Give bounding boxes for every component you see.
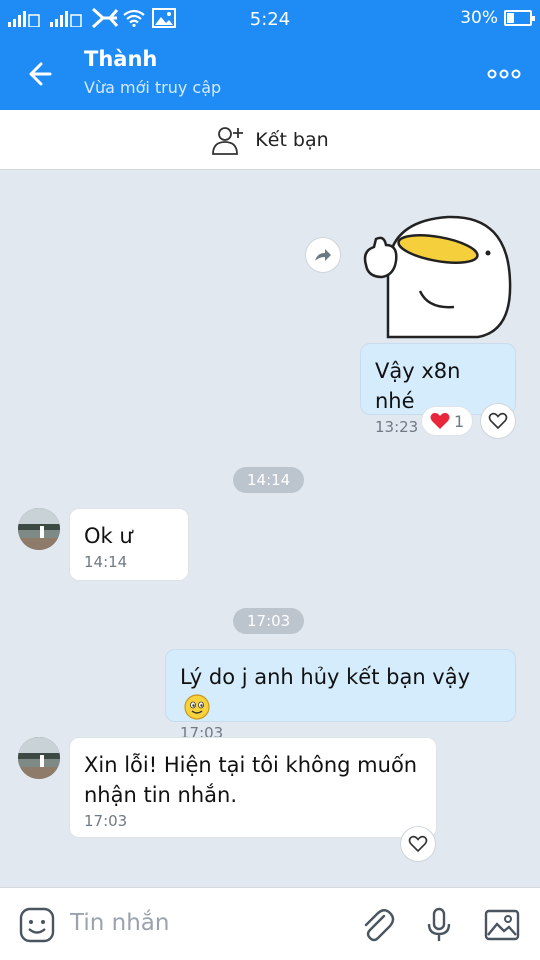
message-text-content: Lý do j anh hủy kết bạn vậy [180, 665, 471, 689]
message-text: Ok ư [84, 524, 133, 548]
attachment-icon[interactable] [358, 906, 396, 944]
message-text-line: nhận tin nhắn. [84, 783, 237, 807]
react-button[interactable] [480, 403, 516, 439]
message-text: Lý do j anh hủy kết bạn vậy [180, 662, 501, 722]
add-friend-icon [212, 126, 244, 155]
their-message-bubble[interactable]: Xin lỗi! Hiện tại tôi không muốn nhận ti… [69, 737, 437, 838]
my-message-bubble[interactable]: Lý do j anh hủy kết bạn vậy 17:03 [165, 649, 516, 742]
last-seen-status: Vừa mới truy cập [84, 78, 222, 97]
duck-thumbs-up-sticker[interactable] [358, 211, 520, 339]
time-divider: 17:03 [233, 608, 305, 634]
share-arrow-icon [315, 249, 331, 261]
heart-reaction-icon [430, 412, 450, 429]
status-bar: 5:24 30% [0, 0, 540, 38]
reaction-count: 1 [454, 411, 465, 431]
smile-emoji-icon [184, 694, 210, 720]
battery-icon [504, 10, 535, 26]
more-options-icon[interactable] [486, 64, 522, 84]
composer-bar: Tin nhắn [0, 887, 540, 960]
chat-header: Thành Vừa mới truy cập [0, 38, 540, 110]
battery-level [507, 13, 514, 23]
avatar[interactable] [18, 737, 60, 779]
microphone-icon[interactable] [420, 906, 458, 944]
message-list[interactable]: Vậy x8n nhé 13:23 1 14:14 Ok ư 14:14 17:… [0, 171, 540, 887]
battery-percent: 30% [460, 8, 498, 28]
heart-outline-icon [488, 412, 508, 430]
react-button[interactable] [400, 826, 436, 862]
add-friend-label: Kết bạn [255, 128, 329, 151]
emoji-sticker-icon[interactable] [18, 906, 56, 944]
contact-name[interactable]: Thành [84, 47, 157, 71]
avatar[interactable] [18, 508, 60, 550]
forward-button[interactable] [305, 237, 341, 273]
image-gallery-icon[interactable] [483, 906, 521, 944]
clock: 5:24 [249, 9, 291, 30]
back-arrow-icon[interactable] [22, 56, 62, 92]
message-input[interactable]: Tin nhắn [70, 910, 169, 936]
message-time: 17:03 [84, 812, 128, 830]
message-time: 14:14 [84, 553, 128, 571]
time-divider: 14:14 [233, 467, 305, 493]
their-message-bubble[interactable]: Ok ư 14:14 [69, 508, 189, 581]
reaction-summary[interactable]: 1 [421, 406, 474, 436]
add-friend-button[interactable]: Kết bạn [0, 110, 540, 170]
heart-outline-icon [408, 835, 428, 853]
message-text-line: Xin lỗi! Hiện tại tôi không muốn [84, 753, 418, 777]
